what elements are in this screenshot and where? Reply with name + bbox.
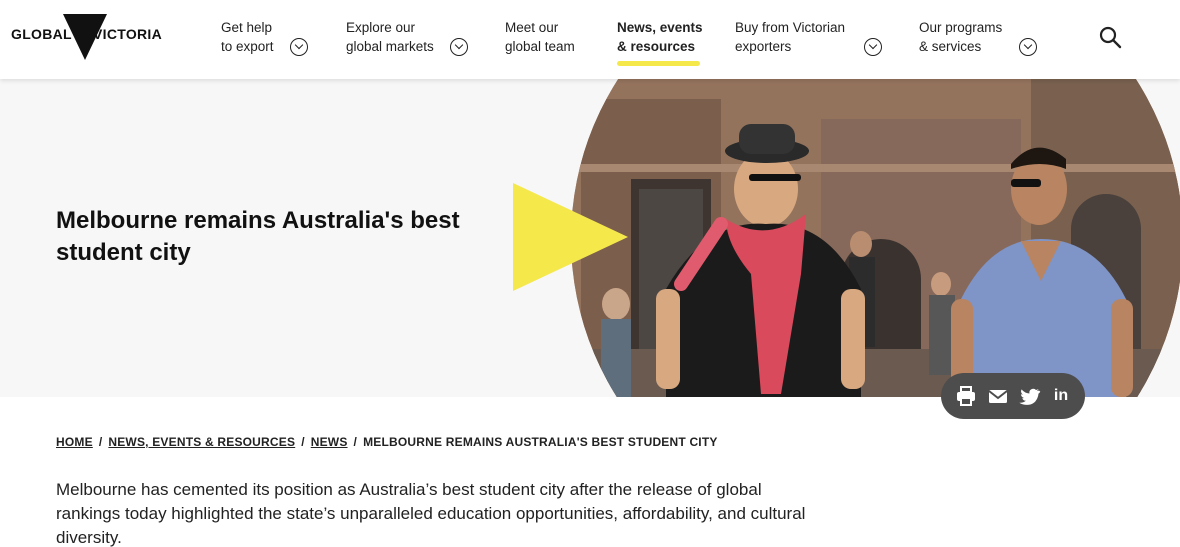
- nav-item-get-help[interactable]: Get help to export: [221, 18, 274, 56]
- nav-item-global-team[interactable]: Meet our global team: [505, 18, 575, 56]
- nav-item-label-line1: News, events: [617, 20, 703, 35]
- linkedin-label: in: [1053, 387, 1069, 404]
- chevron-down-icon[interactable]: [450, 38, 468, 56]
- nav-item-label-line1: Get help: [221, 20, 273, 35]
- nav-item-label-line2: global team: [505, 39, 575, 54]
- search-icon[interactable]: [1098, 25, 1122, 49]
- breadcrumb-link-news[interactable]: NEWS: [311, 435, 348, 449]
- nav-item-label-line2: global markets: [346, 39, 434, 54]
- share-toolbar: in: [941, 373, 1085, 419]
- nav-item-explore-markets[interactable]: Explore our global markets: [346, 18, 434, 56]
- breadcrumb-separator: /: [301, 435, 305, 449]
- site-header: GLOBAL VICTORIA Get help to export Explo…: [0, 0, 1180, 79]
- nav-item-label-line1: Buy from Victorian: [735, 20, 846, 35]
- nav-item-label-line2: & services: [919, 39, 982, 54]
- nav-item-label-line1: Explore our: [346, 20, 416, 35]
- breadcrumb-current: MELBOURNE REMAINS AUSTRALIA'S BEST STUDE…: [363, 435, 718, 449]
- active-nav-indicator: [617, 61, 700, 66]
- nav-item-label-line2: & resources: [617, 39, 696, 54]
- nav-item-label-line2: exporters: [735, 39, 792, 54]
- breadcrumb-link-news-events-resources[interactable]: NEWS, EVENTS & RESOURCES: [108, 435, 295, 449]
- chevron-down-icon[interactable]: [864, 38, 882, 56]
- breadcrumb-separator: /: [353, 435, 358, 449]
- page-title: Melbourne remains Australia's best stude…: [56, 207, 460, 266]
- breadcrumb-separator: /: [98, 435, 103, 449]
- chevron-down-icon[interactable]: [290, 38, 308, 56]
- logo-text-victoria: VICTORIA: [93, 26, 163, 42]
- decorative-yellow-triangle-icon: [513, 183, 628, 291]
- chevron-down-icon[interactable]: [1019, 38, 1037, 56]
- hero-banner: Melbourne remains Australia's best stude…: [0, 79, 1180, 397]
- nav-item-news-events[interactable]: News, events & resources: [617, 18, 703, 56]
- hero-photo-illustration: [571, 79, 1180, 397]
- breadcrumb-link-home[interactable]: HOME: [56, 435, 93, 449]
- nav-item-programs-services[interactable]: Our programs & services: [919, 18, 1002, 56]
- global-victoria-logo[interactable]: GLOBAL VICTORIA: [11, 14, 162, 60]
- print-icon[interactable]: [955, 385, 977, 407]
- hero-photo-students: [571, 79, 1180, 397]
- article-intro: Melbourne has cemented its position as A…: [56, 480, 806, 547]
- nav-item-label-line2: to export: [221, 39, 274, 54]
- nav-item-buy-victorian[interactable]: Buy from Victorian exporters: [735, 18, 845, 56]
- email-icon[interactable]: [987, 385, 1009, 407]
- twitter-icon[interactable]: [1019, 385, 1041, 407]
- breadcrumb: HOME / NEWS, EVENTS & RESOURCES / NEWS / MELBO…: [56, 435, 718, 449]
- linkedin-icon[interactable]: in: [1050, 385, 1072, 407]
- nav-item-label-line1: Meet our: [505, 20, 559, 35]
- nav-item-label-line1: Our programs: [919, 20, 1003, 35]
